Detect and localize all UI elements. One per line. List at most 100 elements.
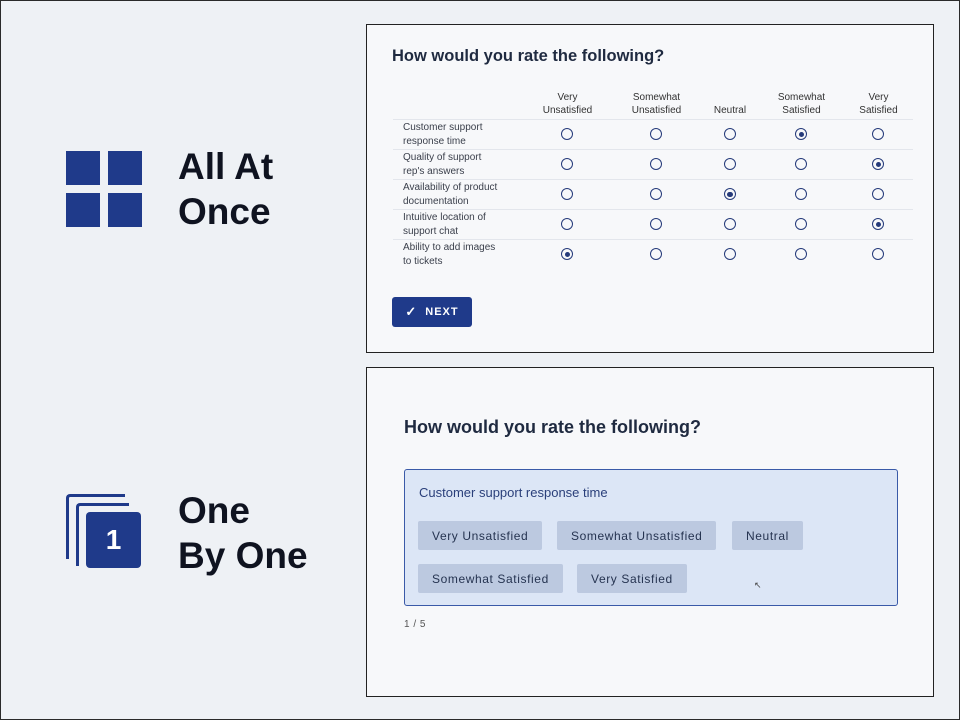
option-very-unsatisfied[interactable]: Very Unsatisfied <box>418 521 543 550</box>
matrix-cell <box>700 119 759 150</box>
matrix-cell <box>611 239 701 269</box>
matrix-cell <box>700 179 759 210</box>
row-label-line2: rep's answers <box>403 165 465 177</box>
row-label-line1: Intuitive location of <box>403 211 486 223</box>
column-header: Neutral <box>701 87 759 120</box>
radio-button[interactable] <box>650 188 663 201</box>
row-label: Quality of support rep's answers <box>393 149 523 180</box>
mode-label-line2: Once <box>178 191 271 232</box>
matrix-cell <box>700 209 759 240</box>
mode-one-by-one: 1 One By One <box>66 488 308 578</box>
matrix-cell <box>758 149 844 180</box>
radio-button[interactable] <box>650 158 663 171</box>
radio-button[interactable] <box>795 158 808 171</box>
mouse-cursor-icon: ↖ <box>754 580 762 590</box>
mode-label-line1: One <box>178 490 250 531</box>
column-header: Very Satisfied <box>844 87 913 120</box>
stacked-pages-icon: 1 <box>66 494 142 570</box>
matrix-row: Availability of product documentation <box>393 179 913 210</box>
matrix-cell <box>843 119 913 150</box>
check-icon: ✓ <box>405 304 418 319</box>
option-very-satisfied[interactable]: Very Satisfied <box>577 564 687 593</box>
row-label-line1: Customer support <box>403 121 483 133</box>
column-header-line2: Satisfied <box>859 105 898 116</box>
matrix-row: Customer support response time <box>393 119 913 150</box>
mode-label-line2: By One <box>178 535 308 576</box>
radio-button[interactable] <box>650 248 663 261</box>
matrix-cell <box>611 179 701 210</box>
matrix-row: Quality of support rep's answers <box>393 149 913 180</box>
radio-selected[interactable] <box>795 128 808 141</box>
radio-button[interactable] <box>561 188 574 201</box>
mode-label-line1: All At <box>178 146 274 187</box>
matrix-row: Intuitive location of support chat <box>393 209 913 240</box>
row-label-line2: to tickets <box>403 255 443 267</box>
row-label-line1: Ability to add images <box>403 241 496 253</box>
column-header-line2: Satisfied <box>782 105 821 116</box>
matrix-cell <box>611 149 701 180</box>
matrix-cell <box>843 239 913 269</box>
column-header-line1: Somewhat <box>632 92 681 103</box>
matrix-cell <box>523 239 612 269</box>
next-button[interactable]: ✓ NEXT <box>392 297 472 327</box>
radio-selected[interactable] <box>561 248 574 261</box>
column-header-line2: Unsatisfied <box>631 105 682 116</box>
matrix-cell <box>758 179 844 210</box>
column-header-line1: Very <box>557 92 578 103</box>
matrix-header-row: Very Unsatisfied Somewhat Unsatisfied Neutra… <box>393 87 913 120</box>
radio-button[interactable] <box>650 128 663 141</box>
matrix-cell <box>758 239 844 269</box>
radio-button[interactable] <box>872 188 885 201</box>
matrix-cell <box>523 209 612 240</box>
radio-button[interactable] <box>872 128 885 141</box>
matrix-cell <box>611 209 701 240</box>
question-card: Customer support response time Very Unsa… <box>404 469 898 606</box>
next-button-label: NEXT <box>425 306 459 318</box>
single-survey-panel: How would you rate the following? Custom… <box>366 367 934 697</box>
question-title: How would you rate the following? <box>392 47 665 65</box>
column-header: Somewhat Satisfied <box>759 87 844 120</box>
matrix-cell <box>843 209 913 240</box>
option-somewhat-unsatisfied[interactable]: Somewhat Unsatisfied <box>557 521 717 550</box>
matrix-cell <box>700 149 759 180</box>
column-header-line2: Unsatisfied <box>542 105 593 116</box>
row-label-line2: documentation <box>403 195 469 207</box>
column-header-line1: Neutral <box>713 105 747 116</box>
grid-icon <box>66 151 142 227</box>
radio-button[interactable] <box>723 158 736 171</box>
radio-button[interactable] <box>723 248 736 261</box>
radio-button[interactable] <box>795 248 808 261</box>
radio-selected[interactable] <box>872 218 885 231</box>
radio-button[interactable] <box>561 158 574 171</box>
row-label: Ability to add images to tickets <box>393 239 523 269</box>
radio-selected[interactable] <box>872 158 885 171</box>
radio-button[interactable] <box>561 128 574 141</box>
column-header-line1: Somewhat <box>777 92 826 103</box>
column-header-line1: Very <box>868 92 889 103</box>
column-header: Somewhat Unsatisfied <box>612 87 701 120</box>
matrix-row: Ability to add images to tickets <box>393 239 913 269</box>
row-label: Customer support response time <box>393 119 523 150</box>
radio-button[interactable] <box>795 218 808 231</box>
matrix-cell <box>700 239 759 269</box>
option-somewhat-satisfied[interactable]: Somewhat Satisfied <box>418 564 563 593</box>
row-label-line2: response time <box>403 135 466 147</box>
radio-button[interactable] <box>650 218 663 231</box>
row-label-line1: Availability of product <box>403 181 498 193</box>
matrix-cell <box>843 179 913 210</box>
radio-button[interactable] <box>561 218 574 231</box>
radio-button[interactable] <box>723 218 736 231</box>
row-label-line1: Quality of support <box>403 151 482 163</box>
radio-button[interactable] <box>723 128 736 141</box>
matrix-cell <box>758 119 844 150</box>
row-label: Availability of product documentation <box>393 179 523 210</box>
radio-button[interactable] <box>872 248 885 261</box>
matrix-cell <box>758 209 844 240</box>
matrix-cell <box>611 119 701 150</box>
radio-button[interactable] <box>795 188 808 201</box>
row-label: Intuitive location of support chat <box>393 209 523 240</box>
page-number-badge: 1 <box>86 512 141 568</box>
radio-selected[interactable] <box>723 188 736 201</box>
matrix-cell <box>523 149 612 180</box>
option-neutral[interactable]: Neutral <box>732 521 803 550</box>
